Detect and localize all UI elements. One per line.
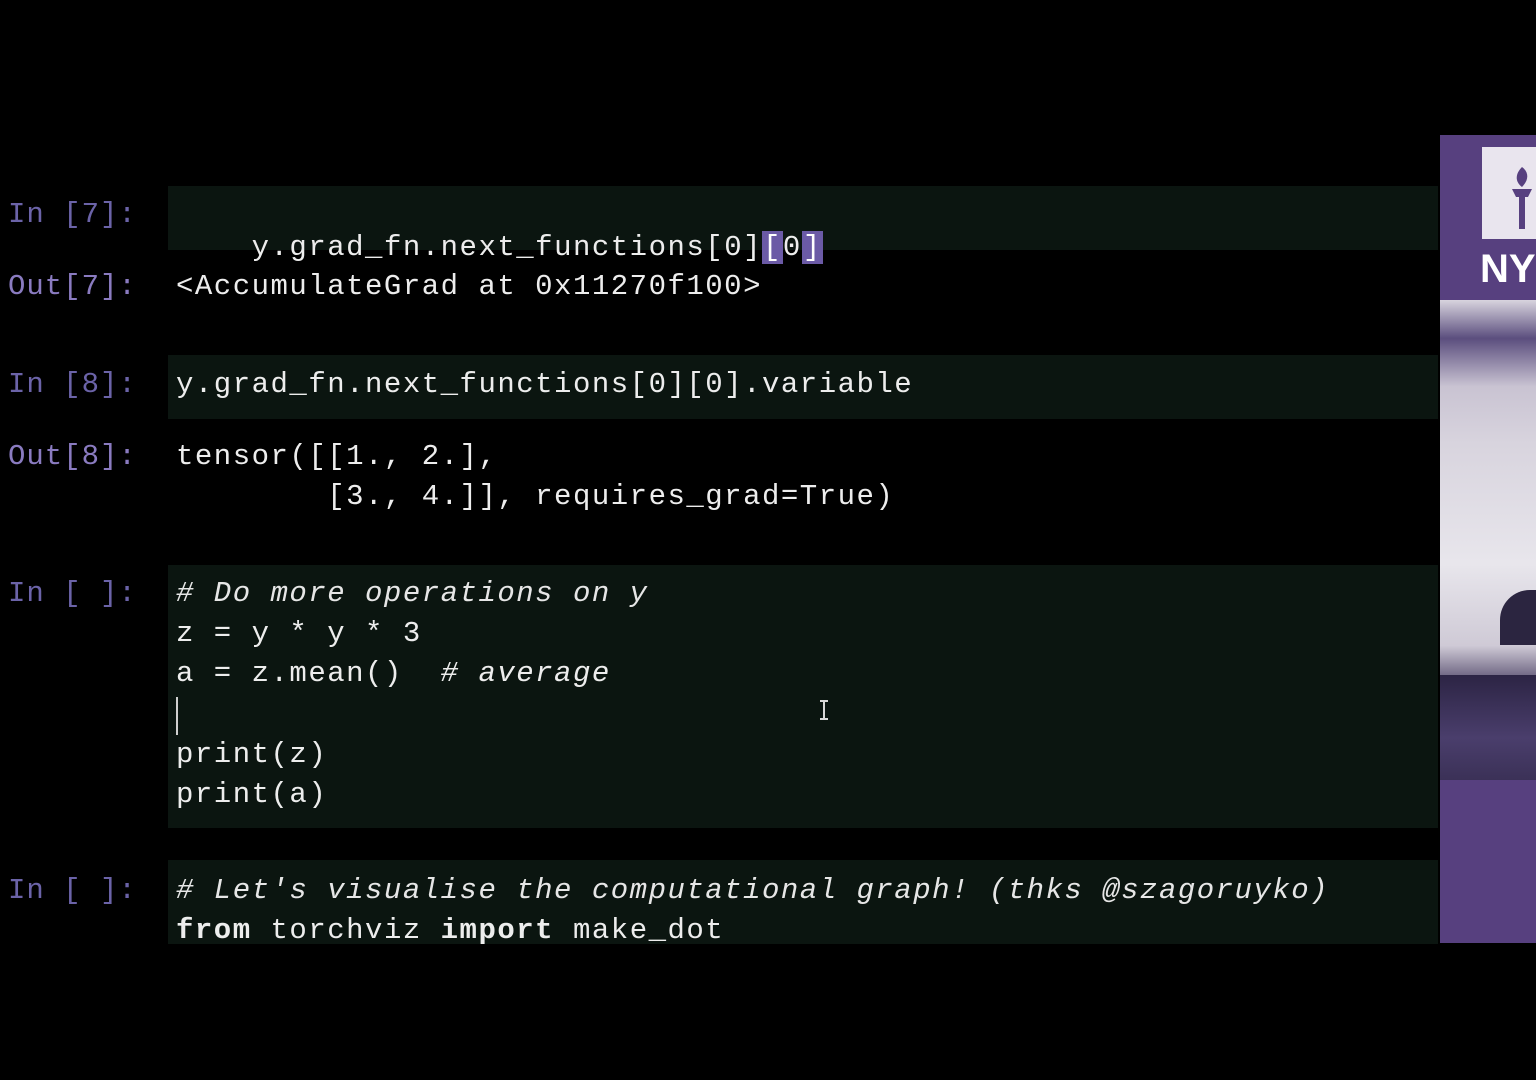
nyu-logo-text: NY: [1480, 247, 1536, 291]
input-prompt-8: In [8]:: [8, 368, 137, 401]
matched-bracket-highlight: ]: [801, 231, 823, 264]
code-line[interactable]: a = z.mean() # average: [176, 657, 611, 690]
video-frame-lower: [1440, 675, 1536, 780]
code-text: y.grad_fn.next_functions[0]: [251, 231, 763, 264]
code-comment-line[interactable]: # Do more operations on y: [176, 577, 649, 610]
code-comment-line[interactable]: # Let's visualise the computational grap…: [176, 874, 1329, 907]
keyword-import: import: [440, 914, 555, 944]
nyu-banner: NY: [1440, 135, 1536, 300]
torch-icon: [1512, 167, 1532, 229]
nyu-torch-logo: [1482, 147, 1536, 239]
code-inline-comment: # average: [440, 657, 611, 690]
code-text: 0: [782, 231, 802, 264]
code-line[interactable]: print(z): [176, 738, 327, 771]
video-panel-footer: [1440, 780, 1536, 943]
cell-output-line: [3., 4.]], requires_grad=True): [176, 480, 895, 513]
cell-output-line: tensor([[1., 2.],: [176, 440, 498, 473]
code-line[interactable]: print(a): [176, 778, 327, 811]
code-line[interactable]: z = y * y * 3: [176, 617, 422, 650]
cell-output-line: <AccumulateGrad at 0x11270f100>: [176, 270, 762, 303]
presenter-video-panel: NY: [1440, 135, 1536, 943]
matched-bracket-highlight: [: [762, 231, 783, 264]
notebook-screen: In [7]: y.grad_fn.next_functions[0][0] O…: [0, 0, 1536, 1080]
text-cursor: [176, 697, 178, 735]
mouse-ibeam-cursor-icon: [820, 700, 828, 720]
output-prompt-7: Out[7]:: [8, 270, 137, 303]
code-line[interactable]: y.grad_fn.next_functions[0][0].variable: [176, 368, 913, 401]
code-line[interactable]: from torchviz import make_dot: [176, 914, 724, 944]
input-prompt-empty: In [ ]:: [8, 874, 137, 907]
code-text: a = z.mean(): [176, 657, 441, 690]
code-text: make_dot: [554, 914, 725, 944]
code-text: torchviz: [251, 914, 441, 944]
keyword-from: from: [176, 914, 252, 944]
input-prompt-7: In [7]:: [8, 198, 137, 231]
output-prompt-8: Out[8]:: [8, 440, 137, 473]
input-prompt-empty: In [ ]:: [8, 577, 137, 610]
